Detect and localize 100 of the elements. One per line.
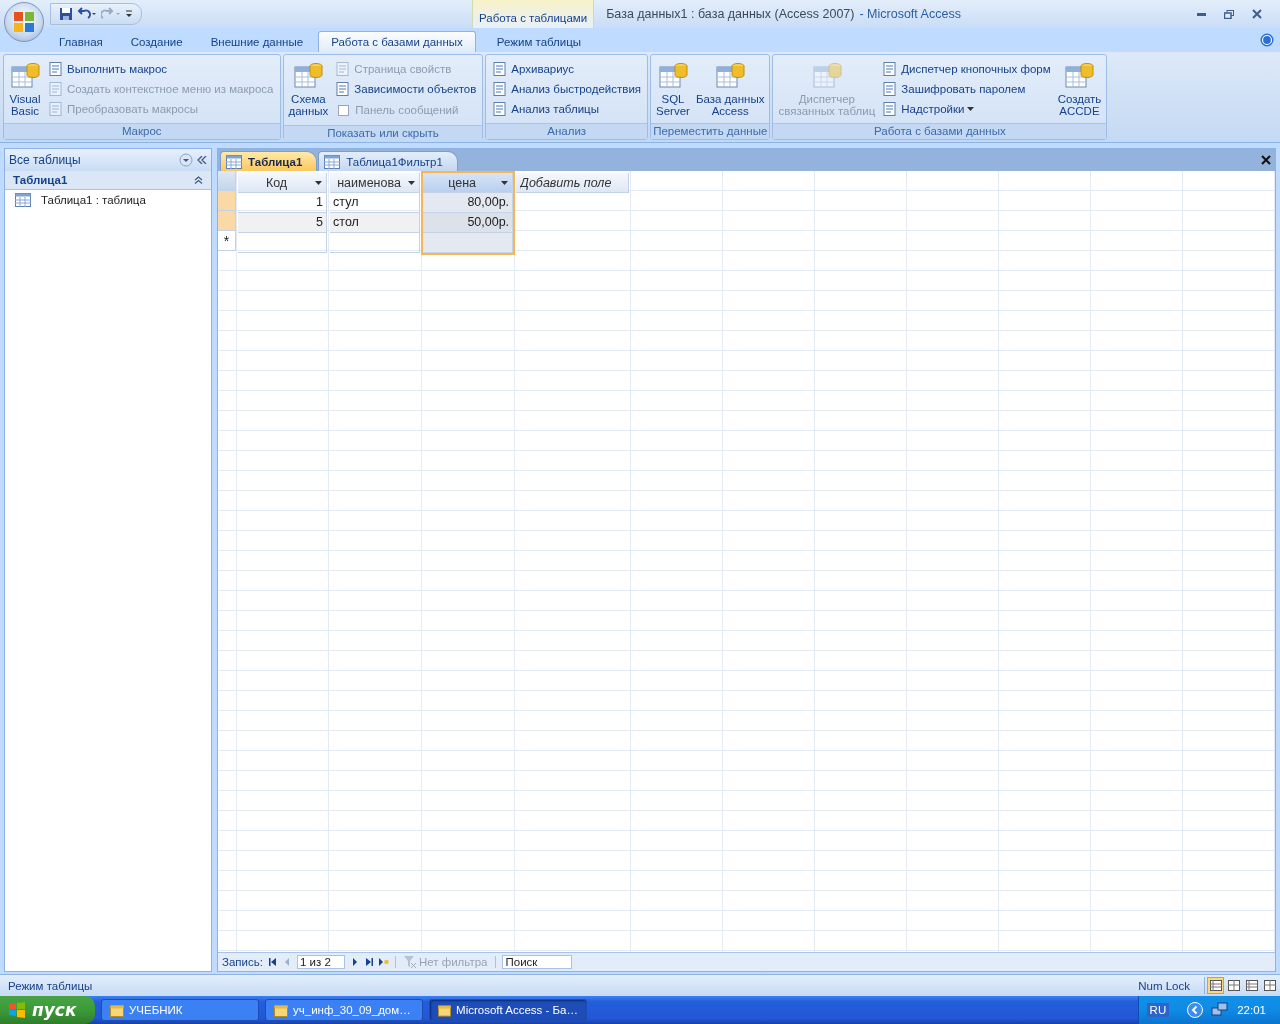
document-icon	[882, 101, 899, 117]
caret-icon	[315, 180, 323, 185]
group-label: Макрос	[4, 123, 280, 139]
new-record-icon	[378, 958, 389, 966]
document-icon	[882, 81, 899, 97]
caret-icon	[967, 107, 975, 111]
column-header[interactable]: наименова	[330, 173, 421, 193]
group-label: Работа с базами данных	[773, 123, 1107, 139]
start-button[interactable]: пуск	[0, 996, 95, 1024]
document-icon	[882, 61, 899, 77]
context-tab-label: Работа с таблицами	[472, 0, 595, 28]
close-icon[interactable]	[1261, 155, 1271, 165]
dropdown-button[interactable]	[179, 153, 193, 167]
window-icon	[274, 1003, 288, 1017]
table-icon	[15, 193, 31, 207]
table-icon	[324, 154, 341, 169]
window-icon	[438, 1003, 452, 1017]
view-button[interactable]	[1207, 977, 1224, 994]
double-chevron-up-icon	[194, 176, 203, 184]
close-icon	[1252, 9, 1262, 19]
taskbar-button[interactable]: уч_инф_30_09_дом…	[265, 999, 423, 1021]
undo-button[interactable]	[77, 7, 97, 21]
chevron-left-icon[interactable]	[1187, 1002, 1204, 1018]
customize-toolbar-button[interactable]	[125, 10, 133, 18]
caret-icon	[408, 180, 416, 185]
ribbon-tab[interactable]: Режим таблицы	[483, 31, 595, 52]
ribbon-button[interactable]: Создать ACCDE	[1056, 57, 1103, 121]
document-tab[interactable]: Таблица1Фильтр1	[318, 151, 458, 171]
undo-arrow-icon	[77, 7, 97, 21]
ribbon-button[interactable]: Выполнить макрос	[46, 59, 276, 79]
first-record-button[interactable]	[268, 958, 277, 966]
table-cell: 5	[238, 213, 328, 233]
nav-group-header[interactable]: Таблица1	[5, 171, 211, 190]
last-record-button[interactable]	[364, 958, 373, 966]
ribbon-button[interactable]: Архивариус	[490, 59, 644, 79]
ribbon-dropdown[interactable]: Надстройки	[880, 99, 1053, 119]
nav-group-title: Таблица1	[13, 174, 69, 186]
record-position-field[interactable]: 1 из 2	[296, 955, 345, 969]
double-chevron-left-icon	[197, 156, 207, 164]
view-button[interactable]	[1243, 977, 1260, 994]
group-label: Показать или скрыть	[283, 125, 483, 141]
view-button[interactable]	[1225, 977, 1242, 994]
document-icon	[335, 61, 352, 77]
view-icon	[1209, 980, 1222, 991]
new-row-marker: *	[218, 231, 236, 251]
window-title: База данных1 : база данных (Access 2007)	[606, 7, 855, 21]
next-record-button[interactable]	[350, 958, 359, 966]
skip-to-end-icon	[364, 958, 373, 966]
table-cell: стол	[330, 213, 421, 233]
view-button[interactable]	[1261, 977, 1278, 994]
taskbar-button[interactable]: УЧЕБНИК	[101, 999, 259, 1021]
ribbon-button[interactable]: Схема данных	[287, 57, 330, 123]
ribbon-button[interactable]: Visual Basic	[8, 57, 42, 121]
ribbon-button[interactable]: База данных Access	[694, 57, 766, 121]
network-computers-icon[interactable]	[1211, 1002, 1230, 1018]
new-record-button[interactable]	[378, 958, 389, 966]
search-field[interactable]: Поиск	[502, 955, 573, 969]
new-row-cell[interactable]	[238, 233, 328, 253]
restore-icon	[1224, 9, 1234, 19]
nav-item[interactable]: Таблица1 : таблица	[5, 190, 211, 210]
ribbon-button[interactable]: Диспетчер кнопочных форм	[880, 59, 1053, 79]
ribbon-tab[interactable]: Внешние данные	[197, 31, 317, 52]
app-name: - Microsoft Access	[859, 7, 961, 21]
nav-pane-title[interactable]: Все таблицы	[9, 153, 175, 167]
view-icon	[1227, 980, 1240, 991]
ribbon-tab[interactable]: Создание	[117, 31, 196, 52]
document-icon	[48, 81, 64, 97]
clock: 22:01	[1237, 1004, 1266, 1016]
funnel-icon	[403, 956, 416, 968]
document-icon	[492, 81, 509, 97]
save-button[interactable]	[59, 7, 73, 21]
ribbon-tab[interactable]: Работа с базами данных	[318, 31, 476, 52]
document-icon	[492, 101, 509, 117]
document-icon	[335, 81, 352, 97]
triangle-right-icon	[350, 958, 359, 966]
document-tab[interactable]: Таблица1	[220, 151, 318, 171]
column-header[interactable]: цена	[423, 173, 514, 193]
language-indicator[interactable]: RU	[1146, 1003, 1170, 1017]
table-cell: 50,00р.	[423, 213, 514, 233]
taskbar-button[interactable]: Microsoft Access - Ба…	[429, 999, 587, 1021]
caret-icon	[501, 180, 509, 185]
skip-to-start-icon	[268, 958, 277, 966]
ribbon-button[interactable]: Зашифровать паролем	[880, 79, 1053, 99]
column-header[interactable]: Код	[238, 173, 328, 193]
table-icon	[226, 154, 242, 169]
status-text: Режим таблицы	[8, 979, 94, 992]
ribbon-button[interactable]: Зависимости объектов	[333, 79, 479, 99]
windows-flag-icon	[8, 1002, 26, 1018]
view-icon	[1263, 980, 1276, 991]
ribbon-tab[interactable]: Главная	[46, 31, 116, 52]
minimize-icon	[1196, 12, 1206, 16]
office-button[interactable]	[4, 2, 44, 42]
redo-arrow-icon	[101, 7, 121, 21]
new-row-cell[interactable]	[330, 233, 421, 253]
group-label: Переместить данные	[651, 123, 770, 139]
ribbon-button[interactable]: Анализ быстродействия	[490, 79, 644, 99]
new-row-cell[interactable]	[423, 233, 514, 253]
collapse-pane-button[interactable]	[197, 156, 207, 164]
ribbon-button[interactable]: Анализ таблицы	[490, 99, 644, 119]
ribbon-button[interactable]: SQL Server	[655, 57, 691, 121]
